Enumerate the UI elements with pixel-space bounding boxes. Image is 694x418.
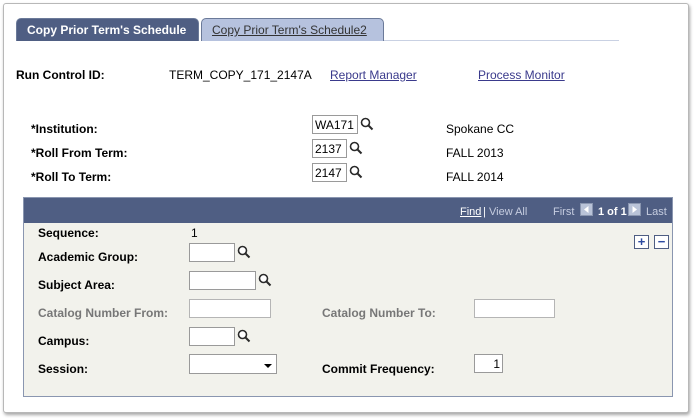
- subject-area-label: Subject Area:: [38, 278, 115, 292]
- academic-group-label: Academic Group:: [38, 250, 139, 264]
- page-frame: Copy Prior Term's Schedule Copy Prior Te…: [3, 3, 689, 413]
- previous-arrow-icon[interactable]: [580, 203, 593, 216]
- roll-to-term-field[interactable]: [312, 163, 347, 182]
- catalog-number-to-label: Catalog Number To:: [322, 306, 436, 320]
- subject-area-lookup-icon[interactable]: [258, 273, 272, 287]
- institution-field[interactable]: [312, 115, 358, 134]
- add-row-button[interactable]: +: [634, 235, 649, 249]
- academic-group-lookup-icon[interactable]: [237, 245, 251, 259]
- session-dropdown[interactable]: [189, 354, 277, 374]
- page-info: 1 of 1: [598, 206, 627, 218]
- first-label: First: [553, 206, 575, 218]
- tab-copy-prior-terms-schedule[interactable]: Copy Prior Term's Schedule: [16, 18, 199, 41]
- catalog-number-to-field[interactable]: [474, 299, 555, 318]
- institution-label: *Institution:: [31, 122, 98, 136]
- view-all-link[interactable]: View All: [489, 206, 527, 218]
- session-label: Session:: [38, 362, 89, 376]
- next-arrow-icon[interactable]: [628, 203, 641, 216]
- institution-lookup-icon[interactable]: [360, 117, 374, 131]
- find-link[interactable]: Find: [460, 206, 481, 218]
- academic-group-field[interactable]: [189, 243, 235, 262]
- header-separator: |: [483, 206, 486, 218]
- subject-area-field[interactable]: [189, 271, 256, 290]
- commit-frequency-label: Commit Frequency:: [322, 362, 435, 376]
- campus-field[interactable]: [189, 327, 235, 346]
- roll-from-term-lookup-icon[interactable]: [349, 141, 363, 155]
- last-label: Last: [646, 206, 667, 218]
- scroll-area-header: Find | View All First 1 of 1 Last: [24, 198, 672, 223]
- institution-description: Spokane CC: [446, 122, 515, 136]
- tab-divider: [384, 40, 619, 41]
- campus-label: Campus:: [38, 334, 90, 348]
- tab-copy-prior-terms-schedule2[interactable]: Copy Prior Term's Schedule2: [201, 18, 384, 41]
- roll-to-term-description: FALL 2014: [446, 170, 504, 184]
- process-monitor-link[interactable]: Process Monitor: [478, 68, 565, 82]
- roll-from-term-field[interactable]: [312, 139, 347, 158]
- run-control-value: TERM_COPY_171_2147A: [169, 68, 312, 82]
- roll-to-term-lookup-icon[interactable]: [349, 165, 363, 179]
- sequence-value: 1: [191, 226, 198, 240]
- delete-row-button[interactable]: −: [654, 235, 669, 249]
- commit-frequency-field[interactable]: [474, 354, 503, 373]
- roll-to-term-label: *Roll To Term:: [31, 170, 112, 184]
- run-control-label: Run Control ID:: [16, 68, 105, 82]
- report-manager-link[interactable]: Report Manager: [330, 68, 417, 82]
- roll-from-term-label: *Roll From Term:: [31, 146, 128, 160]
- catalog-number-from-label: Catalog Number From:: [38, 306, 169, 320]
- campus-lookup-icon[interactable]: [237, 329, 251, 343]
- roll-from-term-description: FALL 2013: [446, 146, 504, 160]
- catalog-number-from-field[interactable]: [189, 299, 271, 318]
- chevron-down-icon: [264, 359, 272, 373]
- sequence-label: Sequence:: [38, 226, 99, 240]
